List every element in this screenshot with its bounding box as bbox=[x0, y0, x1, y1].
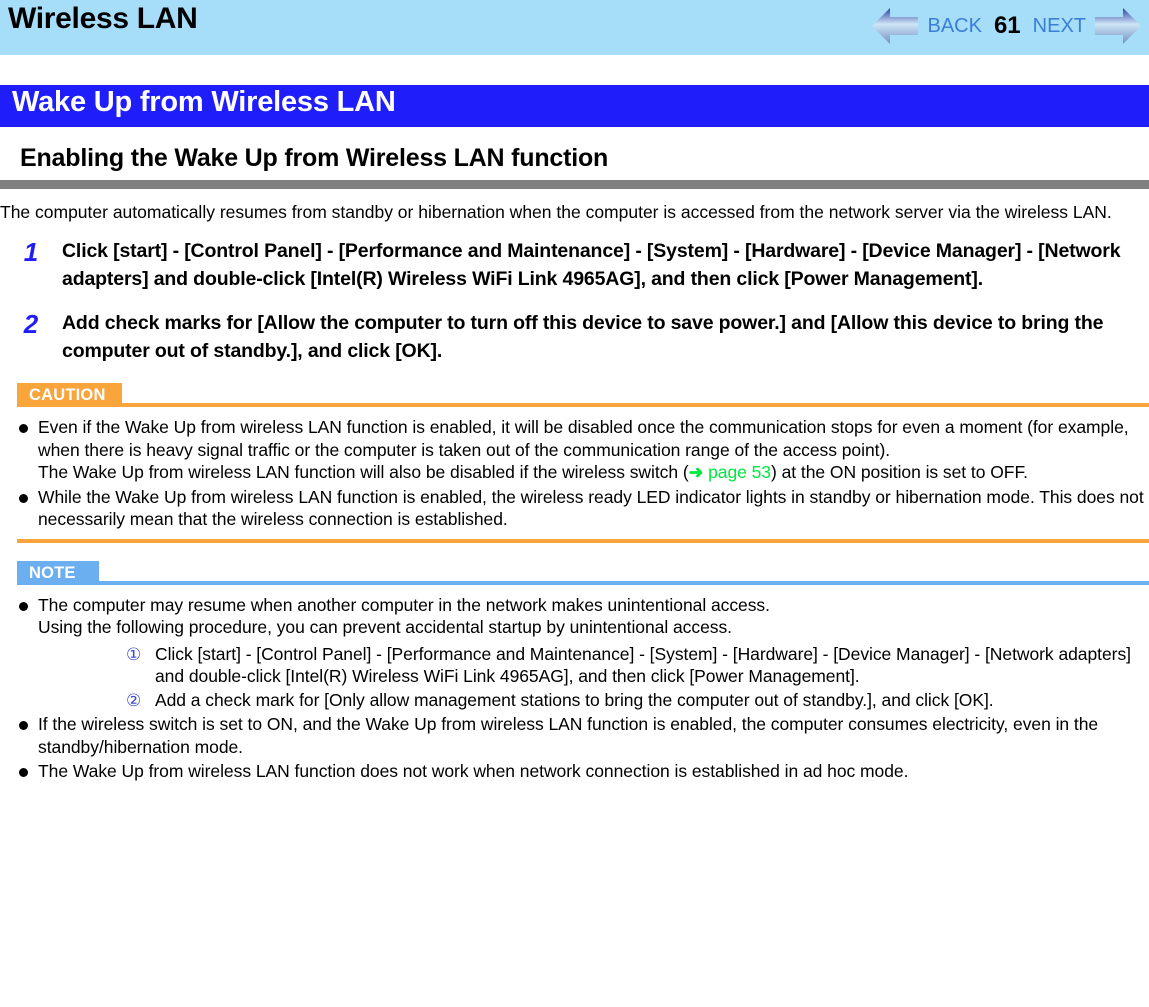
list-item: The Wake Up from wireless LAN function d… bbox=[0, 760, 1149, 783]
page-reference-label: page 53 bbox=[708, 462, 771, 482]
back-button[interactable]: BACK bbox=[920, 15, 988, 38]
caution-callout: CAUTION Even if the Wake Up from wireles… bbox=[0, 383, 1149, 543]
arrow-left-icon[interactable] bbox=[870, 5, 920, 47]
note-badge: NOTE bbox=[17, 560, 99, 585]
caution-bullet-1-post: ) at the ON position is set to OFF. bbox=[771, 462, 1028, 482]
page-number: 61 bbox=[993, 12, 1021, 39]
section-title: Wake Up from Wireless LAN bbox=[12, 86, 396, 118]
list-item: While the Wake Up from wireless LAN func… bbox=[0, 486, 1149, 531]
list-item: If the wireless switch is set to ON, and… bbox=[0, 713, 1149, 758]
subheading-block: Enabling the Wake Up from Wireless LAN f… bbox=[0, 144, 1149, 173]
section-banner: Wake Up from Wireless LAN bbox=[0, 85, 1149, 127]
list-item: ② Add a check mark for [Only allow manag… bbox=[38, 689, 1149, 712]
arrow-right-icon[interactable] bbox=[1093, 5, 1143, 47]
circled-number-1-icon: ① bbox=[126, 644, 142, 664]
note-body: The computer may resume when another com… bbox=[0, 594, 1149, 783]
note-substep-text: Add a check mark for [Only allow managem… bbox=[155, 689, 994, 710]
note-substep-list: ① Click [start] - [Control Panel] - [Per… bbox=[38, 643, 1149, 712]
caution-bullet-list: Even if the Wake Up from wireless LAN fu… bbox=[0, 416, 1149, 531]
list-item: Even if the Wake Up from wireless LAN fu… bbox=[0, 416, 1149, 484]
procedure-steps: 1 Click [start] - [Control Panel] - [Per… bbox=[0, 237, 1149, 365]
note-bullet-3-text: The Wake Up from wireless LAN function d… bbox=[38, 761, 909, 781]
step-number: 1 bbox=[23, 237, 39, 267]
note-callout: NOTE The computer may resume when anothe… bbox=[0, 560, 1149, 783]
circled-number-2-icon: ② bbox=[126, 690, 142, 710]
page-header: Wireless LAN BACK 61 NEXT bbox=[0, 0, 1149, 55]
caution-top-rule bbox=[17, 403, 1149, 407]
caution-bullet-2-text: While the Wake Up from wireless LAN func… bbox=[38, 486, 1144, 530]
note-bullet-1-line1: The computer may resume when another com… bbox=[38, 594, 770, 615]
caution-badge: CAUTION bbox=[17, 383, 122, 407]
next-button[interactable]: NEXT bbox=[1026, 15, 1093, 38]
pagination-nav: BACK 61 NEXT bbox=[870, 2, 1143, 50]
subheading-divider bbox=[0, 180, 1149, 189]
caution-bullet-1-text: Even if the Wake Up from wireless LAN fu… bbox=[38, 417, 1129, 460]
list-item: ① Click [start] - [Control Panel] - [Per… bbox=[38, 643, 1149, 688]
note-top-rule bbox=[17, 580, 1149, 585]
step-text: Click [start] - [Control Panel] - [Perfo… bbox=[62, 240, 1121, 290]
caution-header: CAUTION bbox=[0, 383, 1149, 407]
note-bullet-2-text: If the wireless switch is set to ON, and… bbox=[38, 714, 1099, 757]
right-arrow-icon: ➜ bbox=[688, 462, 704, 482]
caution-bottom-rule bbox=[17, 538, 1149, 543]
note-bullet-1-line2: Using the following procedure, you can p… bbox=[38, 617, 732, 637]
note-substep-text: Click [start] - [Control Panel] - [Perfo… bbox=[155, 643, 1131, 687]
caution-bullet-1-pre: The Wake Up from wireless LAN function w… bbox=[38, 462, 689, 482]
note-header: NOTE bbox=[0, 560, 1149, 585]
caution-body: Even if the Wake Up from wireless LAN fu… bbox=[0, 416, 1149, 531]
step-text: Add check marks for [Allow the computer … bbox=[62, 312, 1104, 362]
step-number: 2 bbox=[23, 309, 39, 339]
step-item: 2 Add check marks for [Allow the compute… bbox=[0, 309, 1149, 365]
intro-paragraph: The computer automatically resumes from … bbox=[0, 202, 1112, 222]
list-item: The computer may resume when another com… bbox=[0, 594, 1149, 712]
note-bullet-list: The computer may resume when another com… bbox=[0, 594, 1149, 783]
page-title: Wireless LAN bbox=[8, 2, 198, 35]
subheading-text: Enabling the Wake Up from Wireless LAN f… bbox=[20, 144, 609, 172]
page-reference-link[interactable]: ➜ page 53 bbox=[689, 462, 771, 482]
step-item: 1 Click [start] - [Control Panel] - [Per… bbox=[0, 237, 1149, 293]
